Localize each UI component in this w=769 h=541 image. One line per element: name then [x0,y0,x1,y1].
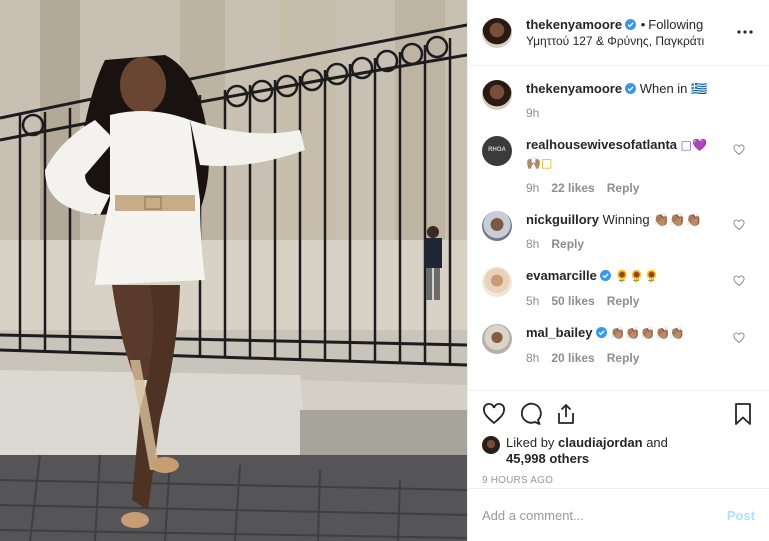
separator-dot: • [637,16,646,32]
comment-likes[interactable]: 22 likes [551,180,594,197]
reply-button[interactable]: Reply [607,293,640,310]
author-info: thekenyamoore • Following Υμηττού 127 & Φ… [526,17,704,49]
post-comment-button[interactable]: Post [727,508,755,523]
post-timestamp[interactable]: 9 HOURS AGO [482,475,755,486]
reply-button[interactable]: Reply [607,180,640,197]
instagram-post-modal: thekenyamoore • Following Υμηττού 127 & Φ… [0,0,769,541]
likes-count-others[interactable]: 45,998 others [506,451,589,466]
comment-like-heart-icon[interactable] [733,144,745,156]
post-sidebar: thekenyamoore • Following Υμηττού 127 & Φ… [467,0,769,541]
comment-item: evamarcille 🌻🌻🌻 5h 50 likes Reply [482,267,755,310]
comment-item: mal_bailey 👏🏽👏🏽👏🏽👏🏽👏🏽 8h 20 likes Reply [482,324,755,367]
caption-time[interactable]: 9h [526,105,539,122]
action-bar [482,401,755,427]
caption-username[interactable]: thekenyamoore [526,81,622,96]
more-options-button[interactable] [735,22,755,42]
liked-by-and: and [646,435,668,450]
heart-icon[interactable] [482,402,506,426]
post-header: thekenyamoore • Following Υμηττού 127 & Φ… [468,0,769,66]
post-actions: Liked by claudiajordan and 45,998 others… [468,390,769,486]
comment-time[interactable]: 9h [526,180,539,197]
verified-badge-icon [625,18,637,30]
verified-badge-icon [595,327,607,338]
comment-text: Winning 👏🏽👏🏽👏🏽 [602,212,702,227]
likes-summary: Liked by claudiajordan and 45,998 others [482,435,755,467]
commenter-username[interactable]: mal_bailey [526,325,593,340]
commenter-avatar[interactable] [482,211,512,241]
caption-avatar[interactable] [482,80,512,110]
comment-time[interactable]: 8h [526,350,539,367]
comment-like-heart-icon[interactable] [733,275,745,287]
caption: thekenyamoore When in 🇬🇷 9h [482,80,755,122]
reply-button[interactable]: Reply [607,350,640,367]
bookmark-icon[interactable] [731,402,755,426]
comment-like-heart-icon[interactable] [733,332,745,344]
liker-username[interactable]: claudiajordan [558,435,643,450]
author-username[interactable]: thekenyamoore [526,17,622,32]
caption-text: When in 🇬🇷 [639,81,708,96]
comment-likes[interactable]: 50 likes [551,293,594,310]
comment-text: 👏🏽👏🏽👏🏽👏🏽👏🏽 [610,326,685,340]
commenter-username[interactable]: nickguillory [526,212,599,227]
commenter-username[interactable]: evamarcille [526,268,597,283]
comment-icon[interactable] [518,402,542,426]
comment-time[interactable]: 5h [526,293,539,310]
comment-text-line2: 🙌🏽□ [526,156,553,170]
photo-illustration [0,0,467,541]
comment-item: nickguillory Winning 👏🏽👏🏽👏🏽 8h Reply [482,211,755,253]
commenter-avatar[interactable]: RHOA [482,136,512,166]
comment-time[interactable]: 8h [526,236,539,253]
more-options-icon [737,30,753,34]
comment-text: □💜 [680,138,707,152]
commenter-username[interactable]: realhousewivesofatlanta [526,137,677,152]
comment-likes[interactable]: 20 likes [551,350,594,367]
comment-input[interactable] [482,507,727,523]
reply-button[interactable]: Reply [551,236,584,253]
liked-by-prefix: Liked by [506,435,555,450]
liker-avatar[interactable] [482,436,500,454]
comments-list[interactable]: thekenyamoore When in 🇬🇷 9h RHOA realhou… [468,66,769,390]
post-photo[interactable] [0,0,467,541]
following-button[interactable]: Following [648,17,703,32]
share-icon[interactable] [554,402,578,426]
rhoa-logo: RHOA [488,147,506,153]
author-avatar[interactable] [482,17,512,48]
comment-like-heart-icon[interactable] [733,219,745,231]
post-location[interactable]: Υμηττού 127 & Φρύνης, Παγκράτι [526,33,704,49]
comment-text: 🌻🌻🌻 [614,269,660,283]
comment-item: RHOA realhousewivesofatlanta □💜 🙌🏽□ 9h 22… [482,136,755,197]
add-comment-bar: Post [468,488,769,541]
commenter-avatar[interactable] [482,267,512,297]
verified-badge-icon [599,270,611,281]
commenter-avatar[interactable] [482,324,512,354]
verified-badge-icon [625,83,637,94]
